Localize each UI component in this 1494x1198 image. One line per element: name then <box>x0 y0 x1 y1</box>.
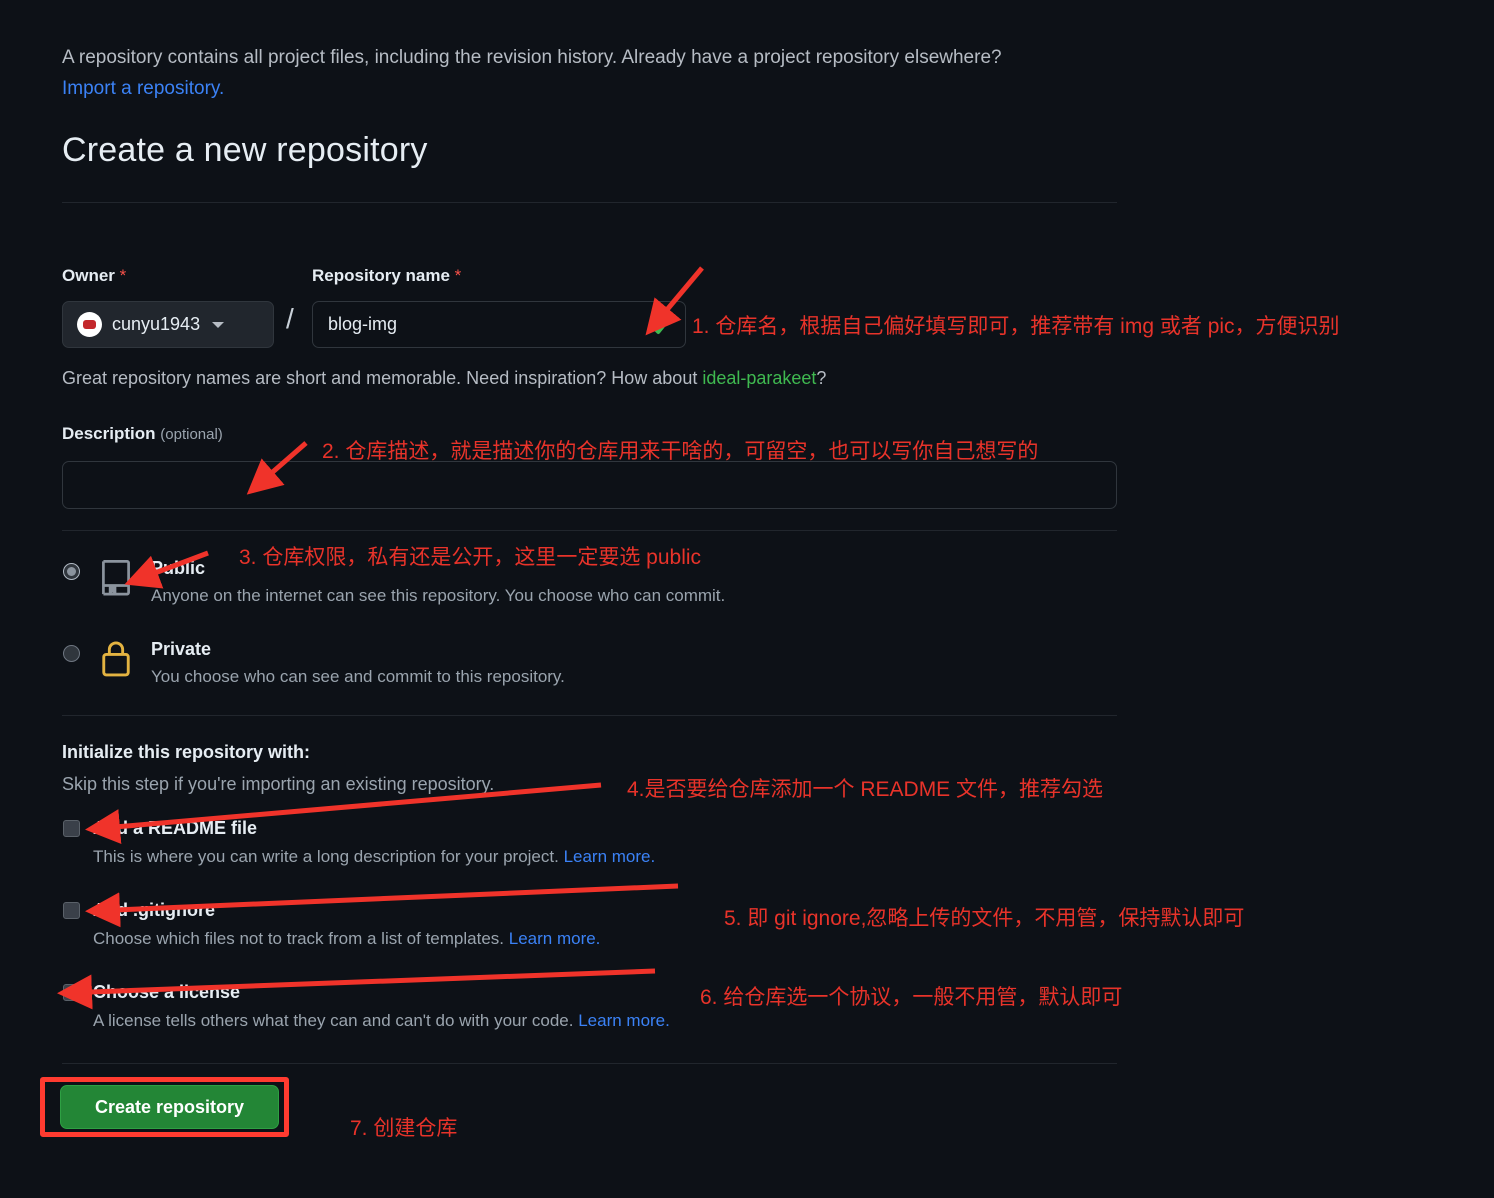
owner-required-mark: * <box>119 266 127 285</box>
visibility-private-desc: You choose who can see and commit to thi… <box>151 667 565 686</box>
owner-name: cunyu1943 <box>112 314 201 334</box>
initialize-section-subtitle: Skip this step if you're importing an ex… <box>62 774 495 794</box>
checkbox-add-readme[interactable] <box>63 820 80 837</box>
checkbox-add-gitignore[interactable] <box>63 902 80 919</box>
divider-bottom <box>62 1063 1117 1064</box>
add-gitignore-desc: Choose which files not to track from a l… <box>93 929 600 949</box>
gitignore-learn-more-link[interactable]: Learn more. <box>509 929 601 948</box>
visibility-public-desc: Anyone on the internet can see this repo… <box>151 586 726 605</box>
checkbox-choose-license[interactable] <box>63 984 80 1001</box>
add-gitignore-desc-text: Choose which files not to track from a l… <box>93 929 505 948</box>
description-optional-text: (optional) <box>160 426 223 443</box>
repository-required-mark: * <box>454 266 462 285</box>
owner-select-button[interactable]: cunyu1943 <box>62 301 274 348</box>
create-repository-button[interactable]: Create repository <box>60 1085 279 1129</box>
add-readme-desc-text: This is where you can write a long descr… <box>93 847 559 866</box>
owner-label: Owner * <box>62 266 126 286</box>
intro-text: A repository contains all project files,… <box>62 42 1162 104</box>
annotation-1: 1. 仓库名，根据自己偏好填写即可，推荐带有 img 或者 pic，方便识别 <box>692 315 1340 338</box>
annotation-5: 5. 即 git ignore,忽略上传的文件，不用管，保持默认即可 <box>724 907 1245 930</box>
repository-name-label: Repository name * <box>312 266 461 286</box>
lock-icon <box>102 641 130 677</box>
repository-name-input[interactable] <box>312 301 686 348</box>
readme-learn-more-link[interactable]: Learn more. <box>564 847 656 866</box>
visibility-public-radio[interactable] <box>63 563 80 580</box>
divider-visibility <box>62 530 1117 531</box>
create-repository-page: A repository contains all project files,… <box>0 0 1494 1198</box>
visibility-private-radio[interactable] <box>63 645 80 662</box>
description-input[interactable] <box>62 461 1117 509</box>
choose-license-desc-text: A license tells others what they can and… <box>93 1011 574 1030</box>
repo-book-icon <box>102 560 130 596</box>
path-separator: / <box>286 303 294 334</box>
page-title: Create a new repository <box>62 131 428 169</box>
visibility-private-title: Private <box>151 639 212 659</box>
description-label: Description (optional) <box>62 424 223 444</box>
hint-prefix: Great repository names are short and mem… <box>62 368 703 388</box>
annotation-6: 6. 给仓库选一个协议，一般不用管，默认即可 <box>700 986 1123 1009</box>
visibility-public-title: Public <box>151 558 206 578</box>
add-readme-desc: This is where you can write a long descr… <box>93 847 655 867</box>
divider-initialize <box>62 715 1117 716</box>
hint-suffix: ? <box>816 368 827 388</box>
suggested-name[interactable]: ideal-parakeet <box>702 368 816 388</box>
avatar <box>77 312 102 337</box>
owner-label-text: Owner <box>62 266 115 285</box>
divider-top <box>62 202 1117 203</box>
choose-license-label: Choose a license <box>93 982 241 1002</box>
annotation-4: 4.是否要给仓库添加一个 README 文件，推荐勾选 <box>627 778 1104 801</box>
add-gitignore-label: Add .gitignore <box>93 900 215 920</box>
repository-name-label-text: Repository name <box>312 266 450 285</box>
intro-line: A repository contains all project files,… <box>62 47 1002 68</box>
license-learn-more-link[interactable]: Learn more. <box>578 1011 670 1030</box>
annotation-3: 3. 仓库权限，私有还是公开，这里一定要选 public <box>239 546 702 569</box>
chevron-down-icon <box>212 321 225 328</box>
description-label-text: Description <box>62 424 156 443</box>
repository-name-hint: Great repository names are short and mem… <box>62 368 826 389</box>
add-readme-label: Add a README file <box>93 818 258 838</box>
annotation-7: 7. 创建仓库 <box>350 1117 458 1140</box>
initialize-section-title: Initialize this repository with: <box>62 742 311 762</box>
annotation-2: 2. 仓库描述，就是描述你的仓库用来干啥的，可留空，也可以写你自己想写的 <box>322 440 1039 463</box>
choose-license-desc: A license tells others what they can and… <box>93 1011 670 1031</box>
import-repository-link[interactable]: Import a repository. <box>62 78 224 99</box>
